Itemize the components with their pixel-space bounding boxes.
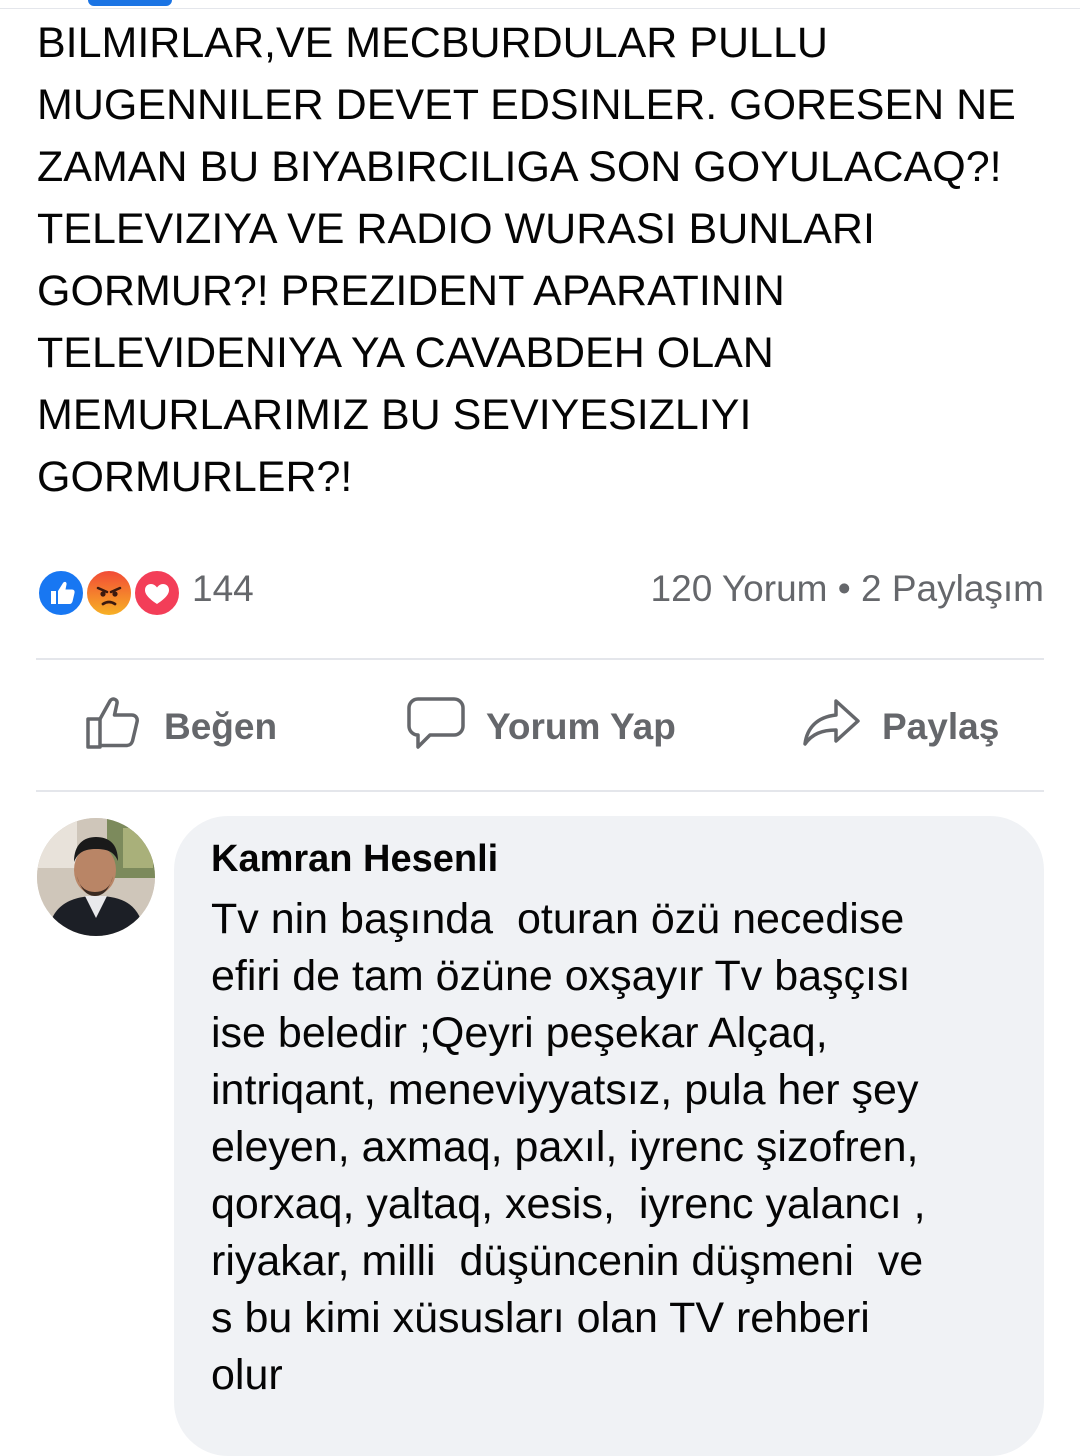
- post-actions: Beğen Yorum Yap Paylaş: [36, 662, 1044, 790]
- share-arrow-icon: [802, 693, 862, 762]
- reaction-icons[interactable]: [36, 568, 186, 618]
- comment-text: Tv nin başında oturan özü necedise efiri…: [211, 895, 926, 1399]
- comment-bubble[interactable]: Kamran Hesenli Tv nin başında oturan özü…: [174, 816, 1044, 1456]
- reaction-count[interactable]: 144: [192, 568, 254, 610]
- angry-reaction-icon: [84, 568, 134, 618]
- comment-button[interactable]: Yorum Yap: [406, 692, 676, 762]
- divider: [36, 658, 1044, 660]
- comment-author[interactable]: Kamran Hesenli: [211, 838, 498, 881]
- post-text: BILMIRLAR,VE MECBURDULAR PULLU MUGENNILE…: [37, 19, 1016, 501]
- comment-label: Yorum Yap: [486, 706, 676, 747]
- like-button[interactable]: Beğen: [84, 692, 277, 762]
- reactions-summary[interactable]: 144 120 Yorum • 2 Paylaşım: [36, 564, 1044, 620]
- like-reaction-icon: [36, 568, 86, 618]
- top-bar: [0, 0, 1080, 9]
- share-button[interactable]: Paylaş: [802, 692, 999, 762]
- share-label: Paylaş: [882, 706, 1000, 747]
- avatar[interactable]: [37, 818, 155, 936]
- divider: [36, 790, 1044, 792]
- comment-bubble-icon: [406, 693, 466, 762]
- love-reaction-icon: [132, 568, 182, 618]
- tab-indicator: [88, 0, 172, 6]
- comments-shares-count[interactable]: 120 Yorum • 2 Paylaşım: [651, 568, 1044, 610]
- thumbs-up-icon: [84, 693, 144, 762]
- like-label: Beğen: [164, 706, 278, 747]
